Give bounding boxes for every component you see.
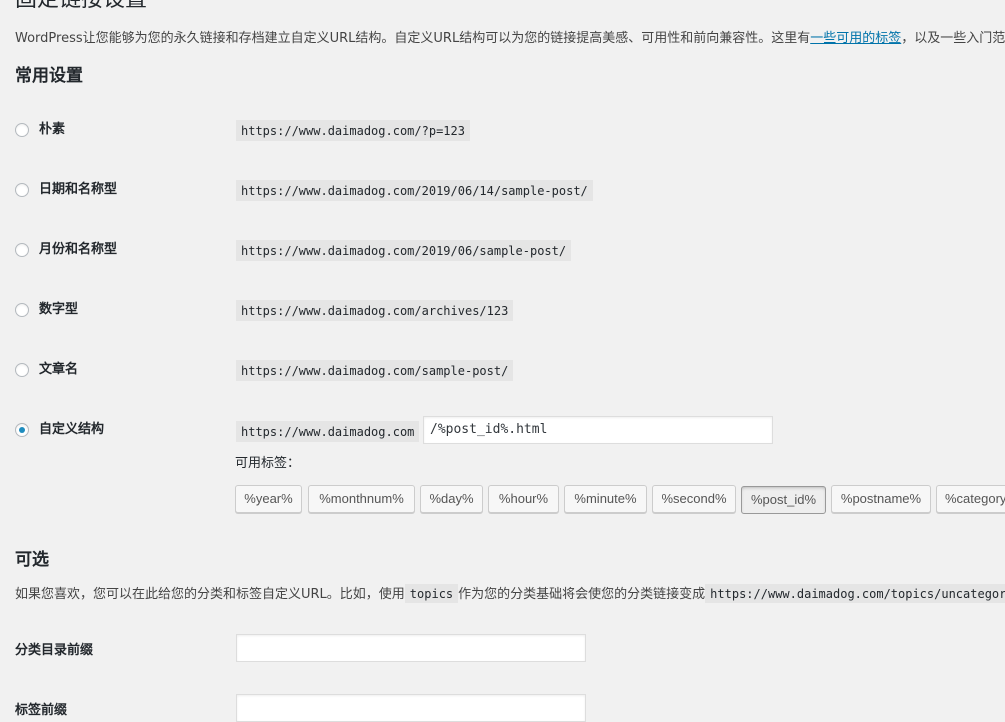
tag-button-postname[interactable]: %postname% [831, 485, 931, 513]
radio-plain[interactable] [15, 123, 29, 137]
common-settings-heading: 常用设置 [15, 66, 83, 86]
available-tags-label: 可用标签： [235, 456, 301, 471]
custom-structure-input[interactable]: /%post_id%.html [423, 416, 773, 444]
intro-text: WordPress让您能够为您的永久链接和存档建立自定义URL结构。自定义URL… [15, 30, 1005, 48]
option-label-day-name: 日期和名称型 [39, 182, 118, 197]
example-url-month-name: https://www.daimadog.com/2019/06/sample-… [236, 240, 572, 261]
tag-button-second[interactable]: %second% [652, 485, 736, 513]
option-label-month-name: 月份和名称型 [39, 242, 118, 257]
example-url-plain: https://www.daimadog.com/?p=123 [236, 120, 470, 141]
option-label-post-name: 文章名 [39, 362, 79, 377]
option-label-numeric: 数字型 [39, 302, 79, 317]
optional-desc-code-topics: topics [404, 584, 459, 603]
radio-day-name[interactable] [15, 183, 29, 197]
example-url-day-name: https://www.daimadog.com/2019/06/14/samp… [236, 180, 593, 201]
tag-base-label: 标签前缀 [15, 703, 68, 718]
tag-button-post-id[interactable]: %post_id% [741, 486, 826, 514]
page-title: 固定链接设置 [15, 0, 147, 14]
category-base-label: 分类目录前缀 [15, 643, 94, 658]
optional-heading: 可选 [15, 550, 49, 570]
tag-button-hour[interactable]: %hour% [488, 485, 559, 513]
optional-description: 如果您喜欢，您可以在此给您的分类和标签自定义URL。比如，使用 topics 作为您… [15, 584, 1005, 605]
option-label-plain: 朴素 [39, 122, 66, 137]
example-url-post-name: https://www.daimadog.com/sample-post/ [236, 360, 514, 381]
category-base-input[interactable] [236, 634, 586, 662]
intro-text-after: ，以及一些入门范例。 [901, 31, 1005, 46]
radio-month-name[interactable] [15, 243, 29, 257]
tag-button-year[interactable]: %year% [235, 485, 302, 513]
custom-structure-base: https://www.daimadog.com [236, 421, 420, 442]
radio-numeric[interactable] [15, 303, 29, 317]
option-label-custom: 自定义结构 [39, 422, 105, 437]
tag-button-category[interactable]: %category% [936, 485, 1005, 513]
radio-post-name[interactable] [15, 363, 29, 377]
tag-base-input[interactable] [236, 694, 586, 722]
intro-text-main: WordPress让您能够为您的永久链接和存档建立自定义URL结构。自定义URL… [15, 31, 811, 46]
optional-desc-code-url: https://www.daimadog.com/topics/uncatego… [705, 584, 1005, 603]
tag-button-minute[interactable]: %minute% [564, 485, 647, 513]
tag-button-day[interactable]: %day% [420, 485, 483, 513]
available-tags-link[interactable]: 一些可用的标签 [810, 31, 901, 46]
example-url-numeric: https://www.daimadog.com/archives/123 [236, 300, 514, 321]
tag-button-monthnum[interactable]: %monthnum% [308, 485, 415, 513]
optional-desc-text-1: 如果您喜欢，您可以在此给您的分类和标签自定义URL。比如，使用 [15, 587, 405, 602]
optional-desc-text-2: 作为您的分类基础将会使您的分类链接变成 [458, 587, 706, 602]
radio-custom-structure[interactable] [15, 423, 29, 437]
